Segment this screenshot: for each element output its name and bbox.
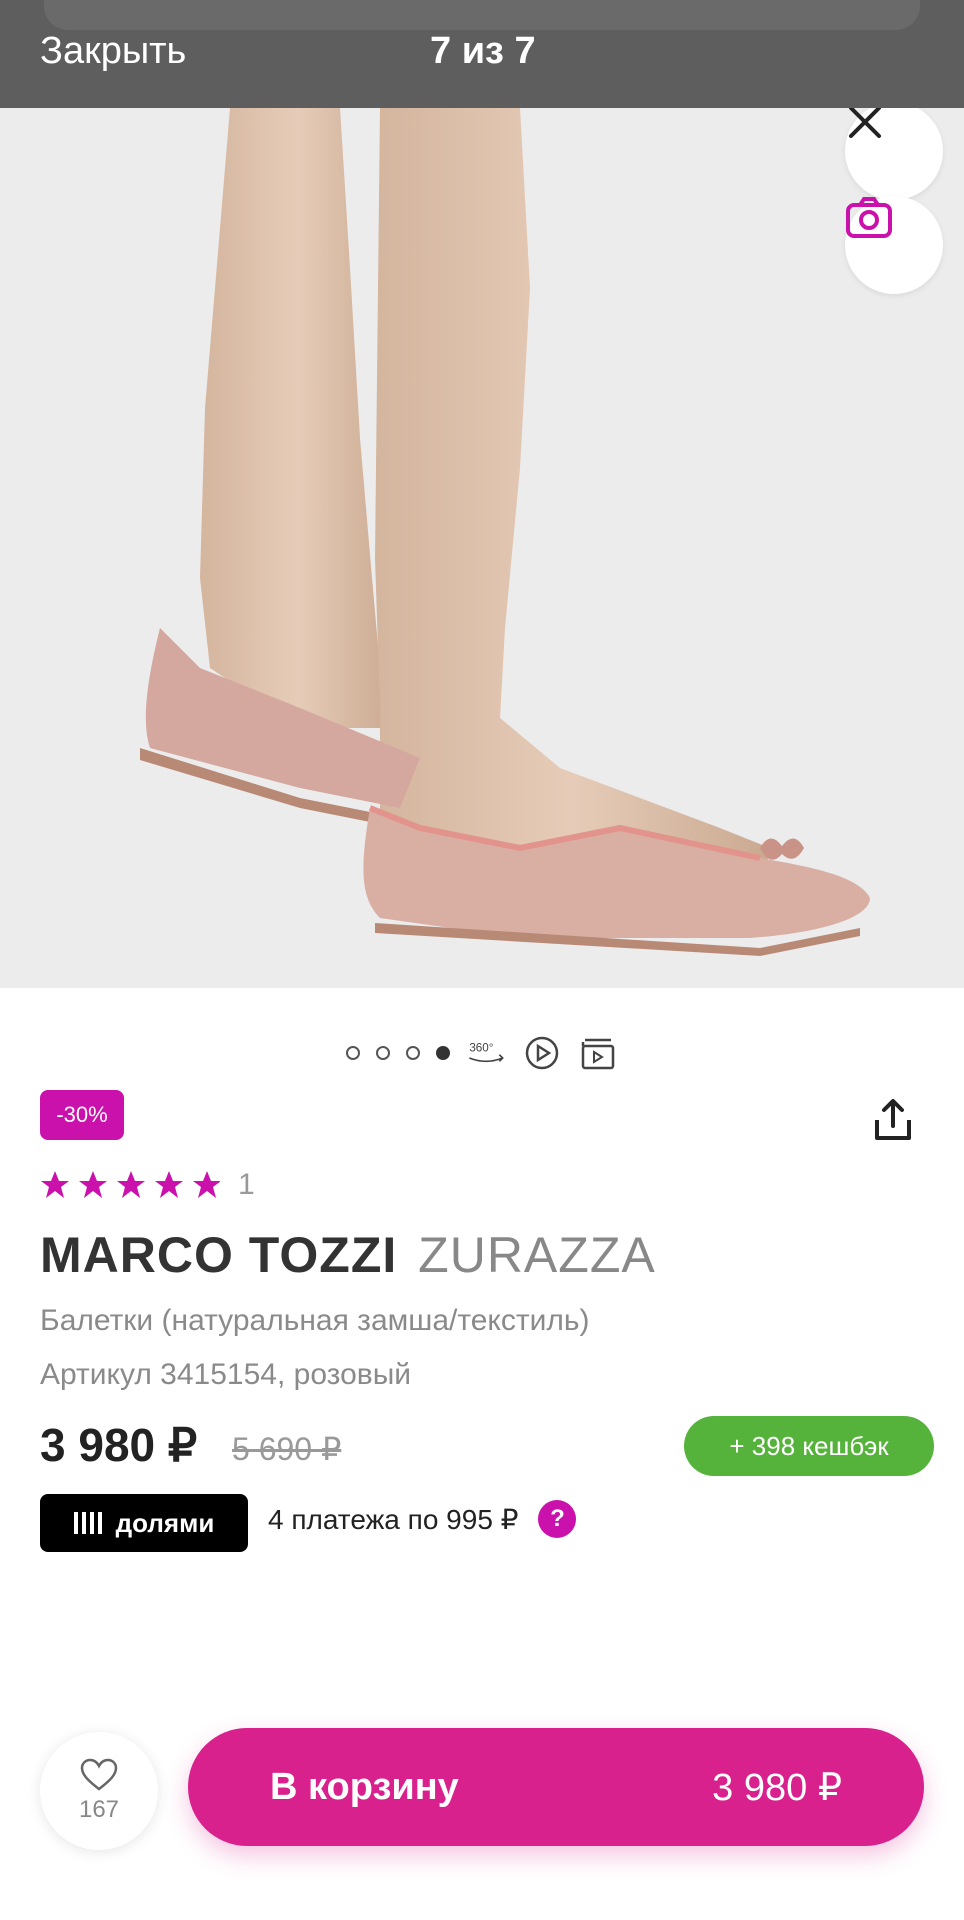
product-description: Балетки (натуральная замша/текстиль) xyxy=(40,1304,590,1337)
rating-stars xyxy=(40,1170,220,1200)
product-article: Артикул 3415154, розовый xyxy=(40,1358,412,1391)
gallery-pager: 360° xyxy=(0,1023,964,1083)
installments-info: 4 платежа по 995 ₽ ? xyxy=(268,1500,577,1538)
add-to-cart-button[interactable]: В корзину 3 980 ₽ xyxy=(188,1728,924,1846)
dolyami-label: долями xyxy=(115,1507,215,1538)
product-sheet: 360° xyxy=(0,108,964,1920)
pager-dot[interactable] xyxy=(346,1046,360,1060)
360-icon[interactable]: 360° xyxy=(466,1033,506,1073)
play-icon[interactable] xyxy=(522,1033,562,1073)
star-icons xyxy=(41,1171,220,1198)
help-icon[interactable]: ? xyxy=(538,1500,577,1538)
cashback-badge[interactable]: + 398 кешбэк xyxy=(684,1416,934,1476)
pager-dot-active[interactable] xyxy=(436,1046,450,1060)
current-price: 3 980 ₽ xyxy=(40,1419,198,1471)
card-icon[interactable] xyxy=(578,1033,618,1073)
svg-text:360°: 360° xyxy=(469,1041,493,1054)
background-card xyxy=(44,0,920,30)
dolyami-logo-icon xyxy=(73,1512,102,1534)
share-button[interactable] xyxy=(866,1090,920,1150)
product-title: MARCO TOZZI ZURAZZA xyxy=(40,1226,656,1284)
pager-dot[interactable] xyxy=(376,1046,390,1060)
brand-name[interactable]: MARCO TOZZI xyxy=(40,1227,397,1283)
product-photo[interactable] xyxy=(0,108,964,988)
model-name: ZURAZZA xyxy=(418,1227,656,1283)
cart-price: 3 980 ₽ xyxy=(712,1766,842,1809)
close-icon xyxy=(849,108,881,138)
top-bar: Закрыть 7 из 7 xyxy=(0,0,964,108)
photo-counter: 7 из 7 xyxy=(430,30,536,72)
rating[interactable]: 1 xyxy=(40,1168,255,1202)
camera-search-button[interactable] xyxy=(845,196,943,294)
discount-badge: -30% xyxy=(40,1090,124,1140)
heart-icon xyxy=(80,1758,118,1791)
share-icon xyxy=(875,1099,911,1140)
favorites-count: 167 xyxy=(78,1796,120,1823)
cart-label: В корзину xyxy=(270,1765,459,1808)
reviews-count: 1 xyxy=(238,1168,255,1201)
favorite-button[interactable]: 167 xyxy=(40,1732,158,1850)
old-price: 5 690 ₽ xyxy=(232,1431,342,1467)
camera-icon xyxy=(846,197,892,238)
close-link[interactable]: Закрыть xyxy=(40,30,186,73)
pager-dot[interactable] xyxy=(406,1046,420,1060)
dolyami-badge[interactable]: долями xyxy=(40,1494,248,1552)
installments-text: 4 платежа по 995 ₽ xyxy=(268,1503,519,1535)
shoes-image xyxy=(140,108,870,956)
